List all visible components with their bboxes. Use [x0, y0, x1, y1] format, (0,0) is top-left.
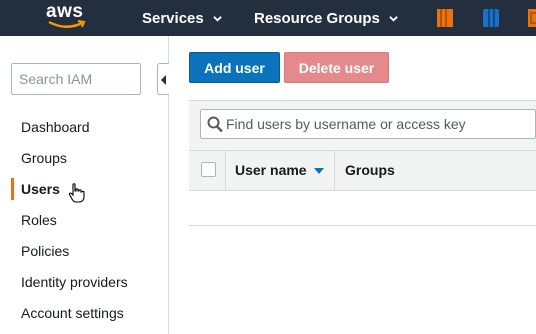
chevron-down-icon — [212, 15, 222, 22]
services-label: Services — [142, 9, 204, 27]
services-menu[interactable]: Services — [142, 0, 222, 36]
resource-groups-menu[interactable]: Resource Groups — [254, 0, 398, 36]
column-header-user-name[interactable]: User name — [235, 162, 307, 178]
ec2-icon[interactable] — [436, 8, 454, 28]
search-input[interactable] — [11, 63, 141, 95]
sidebar: Dashboard Groups Users Roles Policies Id… — [0, 36, 169, 334]
delete-user-button[interactable]: Delete user — [284, 52, 389, 83]
aws-logo[interactable]: aws — [46, 1, 90, 31]
sidebar-item-account-settings[interactable]: Account settings — [21, 305, 124, 321]
sort-descending-icon[interactable] — [314, 168, 324, 174]
s3-icon[interactable] — [482, 8, 500, 28]
find-users-placeholder: Find users by username or access key — [226, 116, 466, 132]
sidebar-item-dashboard[interactable]: Dashboard — [21, 119, 90, 135]
table-bottom-border — [189, 225, 536, 226]
column-divider — [225, 150, 226, 191]
chevron-down-icon — [389, 15, 398, 22]
find-users-field[interactable]: Find users by username or access key — [200, 109, 536, 139]
active-item-indicator — [11, 178, 14, 200]
resource-groups-label: Resource Groups — [254, 9, 380, 27]
add-user-button[interactable]: Add user — [189, 52, 280, 83]
sidebar-item-groups[interactable]: Groups — [21, 150, 67, 166]
hand-cursor-icon — [68, 183, 85, 203]
column-header-groups[interactable]: Groups — [345, 162, 395, 178]
search-icon — [207, 116, 223, 133]
column-divider — [334, 150, 335, 191]
sidebar-item-users[interactable]: Users — [21, 181, 60, 197]
sidebar-item-roles[interactable]: Roles — [21, 212, 57, 228]
select-all-checkbox[interactable] — [201, 162, 216, 177]
logo-smile-icon — [48, 20, 86, 28]
collapse-sidebar-button[interactable] — [157, 63, 169, 95]
service-icon[interactable] — [527, 8, 536, 28]
sidebar-item-identity-providers[interactable]: Identity providers — [21, 274, 128, 290]
top-navigation-bar: aws Services Resource Groups — [0, 0, 536, 36]
sidebar-item-policies[interactable]: Policies — [21, 243, 69, 259]
